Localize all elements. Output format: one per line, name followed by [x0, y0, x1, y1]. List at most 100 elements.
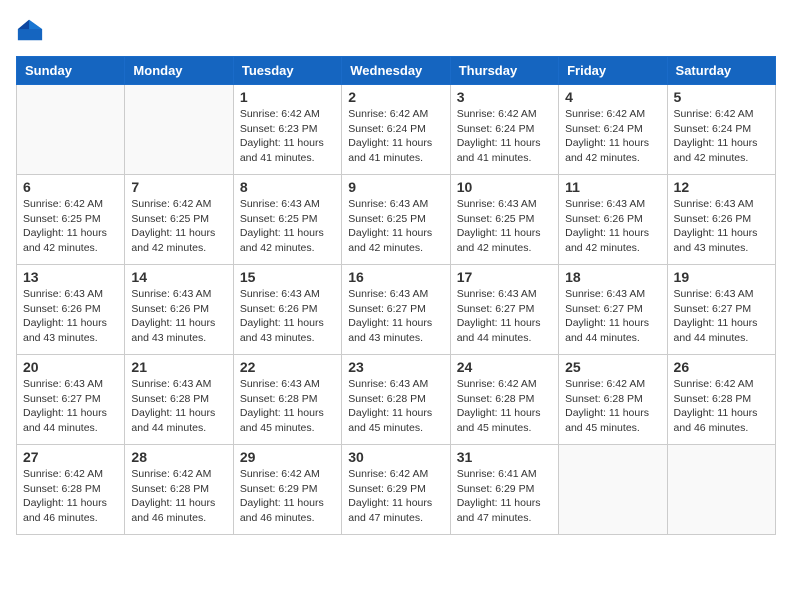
col-friday: Friday: [559, 57, 667, 85]
day-number: 24: [457, 359, 552, 375]
day-info: Sunrise: 6:42 AMSunset: 6:28 PMDaylight:…: [23, 467, 118, 526]
logo-icon: [16, 16, 44, 44]
day-info: Sunrise: 6:43 AMSunset: 6:28 PMDaylight:…: [131, 377, 226, 436]
day-number: 10: [457, 179, 552, 195]
day-number: 5: [674, 89, 769, 105]
calendar-day-cell: 11 Sunrise: 6:43 AMSunset: 6:26 PMDayligh…: [559, 175, 667, 265]
calendar-day-cell: 23 Sunrise: 6:43 AMSunset: 6:28 PMDayligh…: [342, 355, 450, 445]
calendar-day-cell: 5 Sunrise: 6:42 AMSunset: 6:24 PMDaylight…: [667, 85, 775, 175]
day-number: 22: [240, 359, 335, 375]
day-info: Sunrise: 6:42 AMSunset: 6:29 PMDaylight:…: [348, 467, 443, 526]
day-number: 14: [131, 269, 226, 285]
day-info: Sunrise: 6:42 AMSunset: 6:29 PMDaylight:…: [240, 467, 335, 526]
day-number: 21: [131, 359, 226, 375]
day-info: Sunrise: 6:43 AMSunset: 6:27 PMDaylight:…: [674, 287, 769, 346]
calendar-day-cell: 17Sunrise: 6:43 AMSunset: 6:27 PMDayligh…: [450, 265, 558, 355]
day-info: Sunrise: 6:43 AMSunset: 6:26 PMDaylight:…: [674, 197, 769, 256]
day-number: 15: [240, 269, 335, 285]
day-number: 31: [457, 449, 552, 465]
day-info: Sunrise: 6:42 AMSunset: 6:24 PMDaylight:…: [348, 107, 443, 166]
day-number: 29: [240, 449, 335, 465]
day-number: 12: [674, 179, 769, 195]
day-info: Sunrise: 6:43 AMSunset: 6:28 PMDaylight:…: [240, 377, 335, 436]
day-number: 1: [240, 89, 335, 105]
col-tuesday: Tuesday: [233, 57, 341, 85]
day-number: 16: [348, 269, 443, 285]
day-info: Sunrise: 6:43 AMSunset: 6:26 PMDaylight:…: [565, 197, 660, 256]
calendar-day-cell: 19 Sunrise: 6:43 AMSunset: 6:27 PMDayligh…: [667, 265, 775, 355]
day-info: Sunrise: 6:43 AMSunset: 6:26 PMDaylight:…: [23, 287, 118, 346]
day-number: 13: [23, 269, 118, 285]
logo: [16, 16, 48, 44]
day-info: Sunrise: 6:42 AMSunset: 6:25 PMDaylight:…: [131, 197, 226, 256]
day-info: Sunrise: 6:42 AMSunset: 6:24 PMDaylight:…: [565, 107, 660, 166]
page-header: [16, 16, 776, 44]
day-number: 27: [23, 449, 118, 465]
day-info: Sunrise: 6:42 AMSunset: 6:28 PMDaylight:…: [565, 377, 660, 436]
calendar-day-cell: [17, 85, 125, 175]
col-monday: Monday: [125, 57, 233, 85]
calendar-day-cell: [667, 445, 775, 535]
col-sunday: Sunday: [17, 57, 125, 85]
day-info: Sunrise: 6:42 AMSunset: 6:23 PMDaylight:…: [240, 107, 335, 166]
calendar-day-cell: 30 Sunrise: 6:42 AMSunset: 6:29 PMDayligh…: [342, 445, 450, 535]
calendar-day-cell: 1 Sunrise: 6:42 AMSunset: 6:23 PMDaylight…: [233, 85, 341, 175]
day-number: 30: [348, 449, 443, 465]
calendar-day-cell: 10 Sunrise: 6:43 AMSunset: 6:25 PMDayligh…: [450, 175, 558, 265]
day-number: 25: [565, 359, 660, 375]
calendar-day-cell: 26 Sunrise: 6:42 AMSunset: 6:28 PMDayligh…: [667, 355, 775, 445]
day-info: Sunrise: 6:42 AMSunset: 6:24 PMDaylight:…: [457, 107, 552, 166]
calendar-day-cell: 18Sunrise: 6:43 AMSunset: 6:27 PMDayligh…: [559, 265, 667, 355]
calendar-day-cell: 2 Sunrise: 6:42 AMSunset: 6:24 PMDaylight…: [342, 85, 450, 175]
day-info: Sunrise: 6:42 AMSunset: 6:28 PMDaylight:…: [674, 377, 769, 436]
calendar-day-cell: 13 Sunrise: 6:43 AMSunset: 6:26 PMDayligh…: [17, 265, 125, 355]
calendar-day-cell: 31 Sunrise: 6:41 AMSunset: 6:29 PMDayligh…: [450, 445, 558, 535]
calendar-day-cell: 20 Sunrise: 6:43 AMSunset: 6:27 PMDayligh…: [17, 355, 125, 445]
calendar-week-row: 13 Sunrise: 6:43 AMSunset: 6:26 PMDayligh…: [17, 265, 776, 355]
day-number: 4: [565, 89, 660, 105]
day-info: Sunrise: 6:43 AMSunset: 6:28 PMDaylight:…: [348, 377, 443, 436]
calendar-week-row: 20 Sunrise: 6:43 AMSunset: 6:27 PMDayligh…: [17, 355, 776, 445]
calendar-table: Sunday Monday Tuesday Wednesday Thursday…: [16, 56, 776, 535]
day-info: Sunrise: 6:43 AMSunset: 6:25 PMDaylight:…: [457, 197, 552, 256]
calendar-day-cell: 22 Sunrise: 6:43 AMSunset: 6:28 PMDayligh…: [233, 355, 341, 445]
day-number: 11: [565, 179, 660, 195]
calendar-day-cell: 6 Sunrise: 6:42 AMSunset: 6:25 PMDaylight…: [17, 175, 125, 265]
calendar-day-cell: 7 Sunrise: 6:42 AMSunset: 6:25 PMDaylight…: [125, 175, 233, 265]
calendar-day-cell: 15 Sunrise: 6:43 AMSunset: 6:26 PMDayligh…: [233, 265, 341, 355]
day-info: Sunrise: 6:43 AMSunset: 6:27 PMDaylight:…: [23, 377, 118, 436]
day-info: Sunrise: 6:41 AMSunset: 6:29 PMDaylight:…: [457, 467, 552, 526]
day-info: Sunrise: 6:42 AMSunset: 6:28 PMDaylight:…: [457, 377, 552, 436]
day-info: Sunrise: 6:42 AMSunset: 6:25 PMDaylight:…: [23, 197, 118, 256]
calendar-day-cell: 9 Sunrise: 6:43 AMSunset: 6:25 PMDaylight…: [342, 175, 450, 265]
day-number: 26: [674, 359, 769, 375]
day-info: Sunrise: 6:43 AMSunset: 6:26 PMDaylight:…: [240, 287, 335, 346]
calendar-day-cell: 4 Sunrise: 6:42 AMSunset: 6:24 PMDaylight…: [559, 85, 667, 175]
day-info: Sunrise: 6:42 AMSunset: 6:28 PMDaylight:…: [131, 467, 226, 526]
calendar-day-cell: 24 Sunrise: 6:42 AMSunset: 6:28 PMDayligh…: [450, 355, 558, 445]
calendar-day-cell: 27 Sunrise: 6:42 AMSunset: 6:28 PMDayligh…: [17, 445, 125, 535]
day-number: 23: [348, 359, 443, 375]
calendar-week-row: 6 Sunrise: 6:42 AMSunset: 6:25 PMDaylight…: [17, 175, 776, 265]
calendar-day-cell: 16 Sunrise: 6:43 AMSunset: 6:27 PMDayligh…: [342, 265, 450, 355]
calendar-day-cell: 8Sunrise: 6:43 AMSunset: 6:25 PMDaylight…: [233, 175, 341, 265]
day-number: 19: [674, 269, 769, 285]
day-number: 6: [23, 179, 118, 195]
day-info: Sunrise: 6:42 AMSunset: 6:24 PMDaylight:…: [674, 107, 769, 166]
calendar-day-cell: 28Sunrise: 6:42 AMSunset: 6:28 PMDayligh…: [125, 445, 233, 535]
calendar-day-cell: [559, 445, 667, 535]
calendar-day-cell: 25 Sunrise: 6:42 AMSunset: 6:28 PMDayligh…: [559, 355, 667, 445]
day-number: 2: [348, 89, 443, 105]
day-info: Sunrise: 6:43 AMSunset: 6:26 PMDaylight:…: [131, 287, 226, 346]
day-number: 7: [131, 179, 226, 195]
day-number: 18: [565, 269, 660, 285]
day-number: 9: [348, 179, 443, 195]
day-number: 20: [23, 359, 118, 375]
col-wednesday: Wednesday: [342, 57, 450, 85]
day-info: Sunrise: 6:43 AMSunset: 6:25 PMDaylight:…: [240, 197, 335, 256]
calendar-week-row: 1 Sunrise: 6:42 AMSunset: 6:23 PMDaylight…: [17, 85, 776, 175]
day-number: 17: [457, 269, 552, 285]
day-info: Sunrise: 6:43 AMSunset: 6:27 PMDaylight:…: [348, 287, 443, 346]
day-number: 3: [457, 89, 552, 105]
day-info: Sunrise: 6:43 AMSunset: 6:25 PMDaylight:…: [348, 197, 443, 256]
